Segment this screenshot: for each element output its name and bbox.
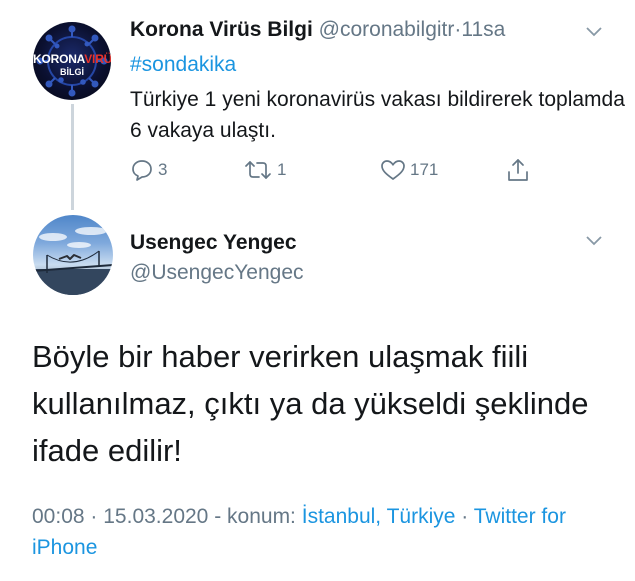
display-name[interactable]: Korona Virüs Bilgi [130,18,313,41]
chevron-down-icon[interactable] [586,236,602,246]
tweet-original[interactable]: KORONAVIRÜS BİLGİ Korona Virüs Bilgi @co… [0,0,635,210]
tweet-text: Türkiye 1 yeni koronavirüs vakası bildir… [130,88,625,142]
separator: · [461,505,469,528]
retweet-button[interactable]: 1 [243,155,286,185]
reply-icon [132,160,152,181]
tweet-time[interactable]: 00:08 [32,505,85,528]
tweet-reply[interactable]: Usengec Yengec @UsengecYengec Böyle bir … [0,205,635,581]
tweet-header: Korona Virüs Bilgi @coronabilgitr·11sa [130,18,505,42]
like-icon [381,160,405,180]
retweet-icon [245,161,271,179]
tweet-text: Böyle bir haber verirken ulaşmak fiili k… [32,339,589,468]
location-link[interactable]: İstanbul, Türkiye [302,505,456,528]
reply-button[interactable]: 3 [130,155,167,185]
share-button[interactable] [506,155,534,185]
user-handle[interactable]: @coronabilgitr [319,18,455,41]
avatar-logo-text-bottom: BİLGİ [60,67,84,77]
tweet-date[interactable]: 15.03.2020 [103,505,208,528]
location-prefix: - konum: [214,505,296,528]
share-icon [508,159,528,181]
retweet-count: 1 [277,160,287,179]
chevron-down-icon[interactable] [586,27,602,37]
avatar-korona-virus-bilgi[interactable]: KORONAVIRÜS BİLGİ [33,22,111,100]
tweet-meta: 00:08 · 15.03.2020 - konum: İstanbul, Tü… [32,501,622,563]
avatar-logo-text-top: KORONAVIRÜS [33,52,111,66]
display-name[interactable]: Usengec Yengec [130,231,297,255]
user-handle[interactable]: @UsengecYengec [130,261,304,285]
tweet-actions: 3 1 171 [130,155,550,185]
tweet-time[interactable]: 11sa [461,18,505,41]
separator: · [90,505,98,528]
like-count: 171 [410,160,439,179]
hashtag-link[interactable]: #sondakika [130,53,236,77]
thread-connector-line [71,104,74,210]
reply-count: 3 [158,160,168,179]
avatar-photo-bridge-seagull [33,227,113,295]
avatar-usengec-yengec[interactable] [33,215,113,295]
like-button[interactable]: 171 [380,155,438,185]
